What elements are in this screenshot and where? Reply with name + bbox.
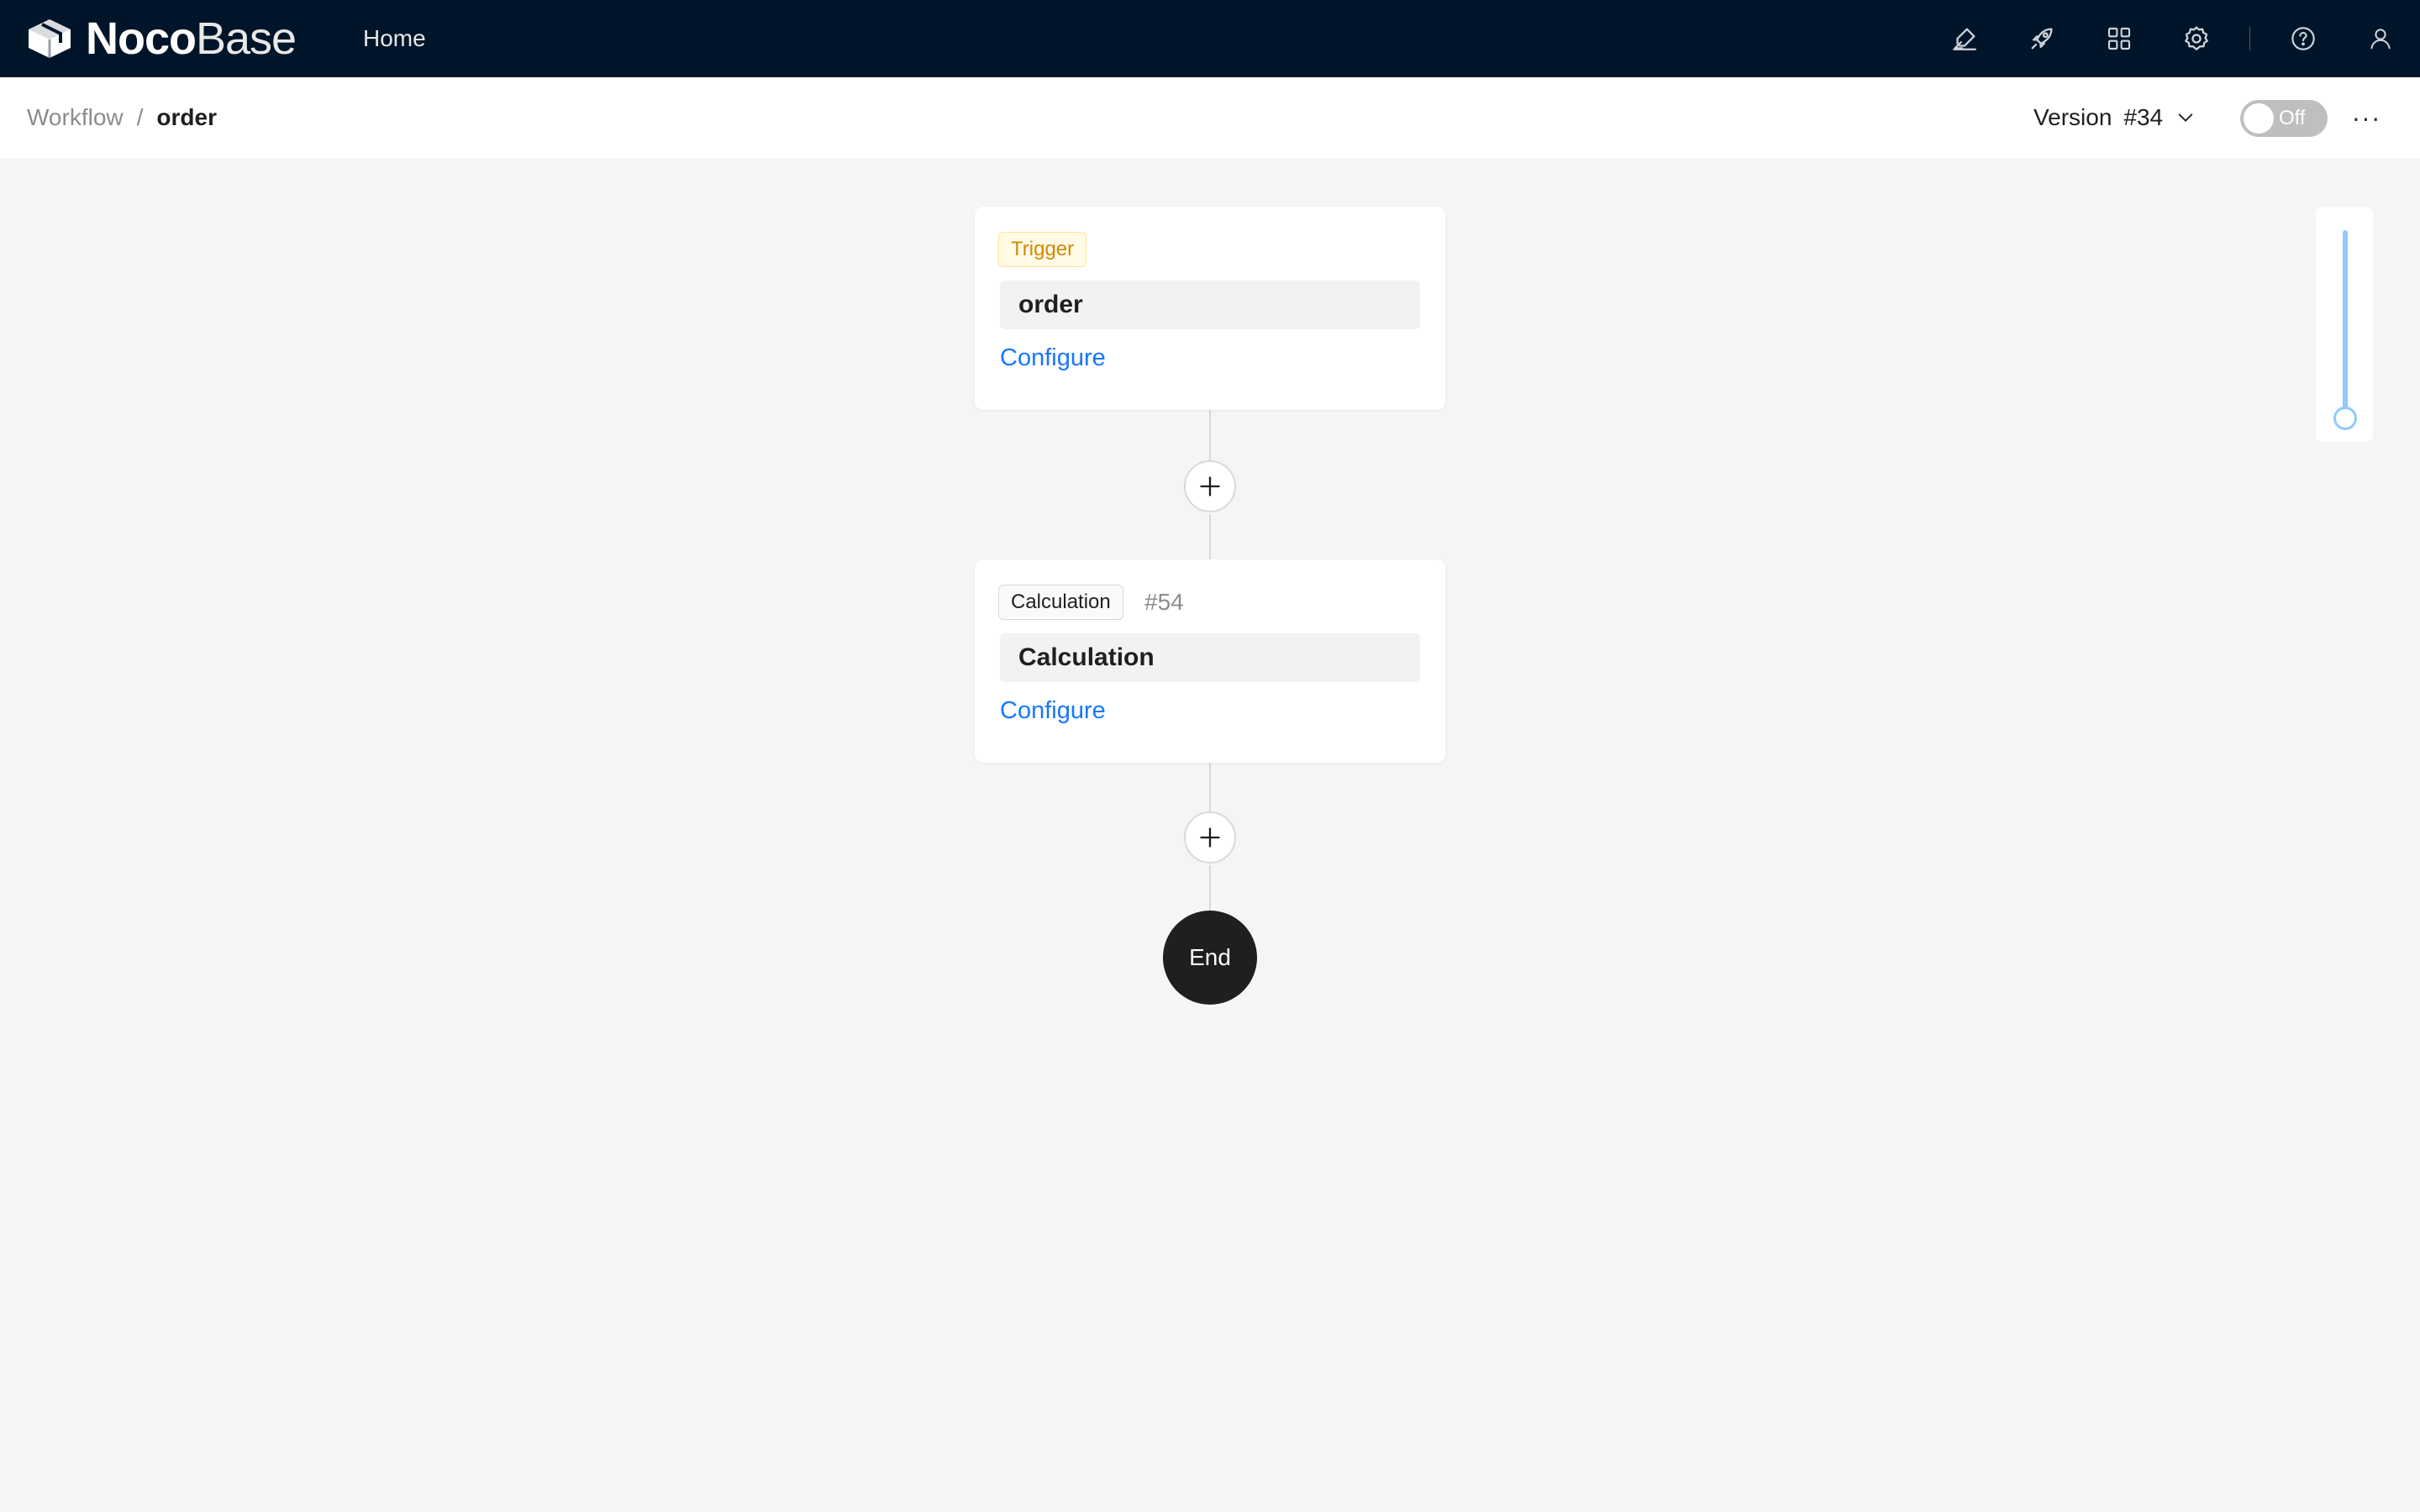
logo-text: NocoBase: [86, 13, 297, 65]
nocobase-logo[interactable]: NocoBase: [25, 13, 297, 65]
more-options-icon[interactable]: ···: [2349, 101, 2383, 134]
trigger-node-title[interactable]: order: [1000, 281, 1420, 329]
breadcrumb-current: order: [156, 104, 217, 130]
toolbar-divider: [2249, 27, 2250, 50]
highlight-icon[interactable]: [1944, 18, 1985, 59]
calculation-node-title[interactable]: Calculation: [1000, 633, 1420, 682]
add-node-button[interactable]: [1184, 811, 1236, 864]
node-id: #54: [1144, 589, 1184, 615]
toggle-knob: [2244, 103, 2274, 134]
top-navigation-bar: NocoBase Home: [0, 0, 2420, 77]
zoom-slider-track: [2343, 230, 2348, 418]
workflow-enable-toggle[interactable]: Off: [2240, 100, 2328, 137]
breadcrumb-separator: /: [136, 104, 144, 130]
calculation-configure-link[interactable]: Configure: [1000, 694, 1106, 727]
toggle-label: Off: [2279, 107, 2306, 129]
user-icon[interactable]: [2360, 18, 2401, 59]
workflow-header: Workflow / order Version #34: [0, 77, 2420, 158]
connector-line: [1209, 761, 1211, 811]
trigger-configure-link[interactable]: Configure: [1000, 341, 1106, 375]
connector-line: [1209, 514, 1211, 559]
zoom-slider-handle[interactable]: [2333, 407, 2357, 430]
help-icon[interactable]: [2283, 18, 2323, 59]
calculation-tag: Calculation: [998, 585, 1123, 620]
plus-icon: [1200, 827, 1220, 848]
version-value: #34: [2123, 104, 2164, 130]
nav-home[interactable]: Home: [363, 0, 426, 77]
end-node: End: [1163, 911, 1257, 1005]
add-node-button[interactable]: [1184, 460, 1236, 512]
calculation-node-card[interactable]: Calculation #54 Calculation Configure: [975, 559, 1445, 763]
rocket-icon[interactable]: [2022, 18, 2062, 59]
zoom-slider[interactable]: [2316, 207, 2373, 442]
logo-text-bold: Noco: [86, 13, 197, 64]
version-dropdown[interactable]: Version #34: [2033, 77, 2195, 158]
breadcrumb: Workflow / order: [27, 77, 217, 158]
breadcrumb-workflow-link[interactable]: Workflow: [27, 104, 124, 131]
version-label: Version: [2033, 104, 2112, 130]
plus-icon: [1200, 476, 1220, 496]
connector-line: [1209, 410, 1211, 460]
logo-text-light: Base: [196, 13, 297, 64]
connector-line: [1209, 865, 1211, 912]
trigger-tag: Trigger: [998, 232, 1087, 267]
trigger-node-card[interactable]: Trigger order Configure: [975, 207, 1445, 410]
apps-icon[interactable]: [2099, 18, 2139, 59]
chevron-down-icon: [2176, 108, 2195, 127]
gear-icon[interactable]: [2176, 18, 2217, 59]
logo-cube-icon: [29, 19, 71, 58]
